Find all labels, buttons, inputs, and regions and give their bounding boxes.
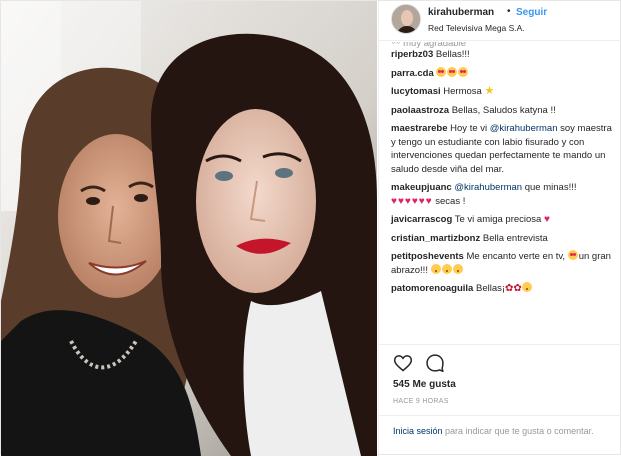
comment-username[interactable]: lucytomasi	[391, 86, 441, 97]
speech-bubble-icon[interactable]	[425, 353, 445, 373]
avatar-image	[392, 5, 420, 33]
comment-text: Bella entrevista	[482, 232, 548, 244]
comment-text: Bellas, Saludos katyna !!	[451, 104, 556, 116]
comment-text: que minas!!!	[522, 182, 577, 193]
instagram-post: kirahuberman • Seguir Red Televisiva Meg…	[0, 0, 621, 456]
comment-item: paolaastroza Bellas, Saludos katyna !!	[391, 104, 613, 118]
comment-item: riperbz03 Bellas!!!	[391, 48, 613, 62]
kissing-face-emoji-icon	[452, 263, 463, 274]
red-heart-emoji-icon: ♥	[543, 214, 551, 225]
separator-dot: •	[507, 6, 511, 17]
comment-item: parra.cda	[391, 66, 613, 81]
comment-username[interactable]: maestrarebe	[391, 123, 448, 134]
rose-emoji-icon: ✿✿	[505, 283, 522, 294]
comment-text: Hermosa	[443, 86, 482, 97]
kissing-face-emoji-icon	[521, 282, 532, 292]
comment-username[interactable]: javicarrascog	[391, 214, 452, 225]
comment-item: makeupjuanc @kirahuberman que minas!!! ♥…	[391, 181, 613, 208]
star-emoji-icon: ★	[484, 85, 495, 97]
comment-username[interactable]: patomorenoaguila	[391, 283, 473, 294]
comment-text: Te vi amiga preciosa	[454, 214, 542, 225]
comment-text: Me encanto verte en tv,	[466, 251, 568, 262]
post-sidebar: kirahuberman • Seguir Red Televisiva Meg…	[378, 1, 621, 456]
heart-outline-icon[interactable]	[393, 353, 413, 373]
comment-username[interactable]: parra.cda	[391, 68, 434, 79]
red-heart-emoji-icon: ♥♥♥♥♥♥	[391, 195, 433, 207]
comment-text-continued: secas !	[432, 195, 466, 207]
login-prompt-text: para indicar que te gusta o comentar.	[442, 426, 594, 436]
post-header: kirahuberman • Seguir Red Televisiva Meg…	[379, 1, 621, 41]
comment-text: Bellas¡	[475, 283, 506, 294]
comments-list[interactable]: 〰 muy agradable riperbz03 Bellas!!! parr…	[379, 42, 621, 344]
comment-mention[interactable]: @kirahuberman	[490, 123, 558, 134]
login-prompt: Inicia sesión para indicar que te gusta …	[379, 415, 621, 456]
selfie-illustration	[1, 1, 377, 456]
comment-username[interactable]: riperbz03	[391, 49, 433, 60]
follow-button[interactable]: Seguir	[516, 7, 547, 18]
avatar[interactable]	[391, 4, 421, 34]
comment-item: maestrarebe Hoy te vi @kirahuberman soy …	[391, 122, 613, 176]
kissing-face-emoji-icon	[441, 263, 452, 274]
like-count[interactable]: 545 Me gusta	[393, 379, 456, 390]
comment-item: petitposhevents Me encanto verte en tv, …	[391, 250, 613, 277]
heart-eyes-emoji-icon	[458, 66, 469, 77]
post-timestamp[interactable]: HACE 9 HORAS	[393, 398, 449, 405]
comment-item: patomorenoaguila Bellas¡✿✿	[391, 282, 613, 296]
clipped-comment: 〰 muy agradable	[391, 42, 466, 48]
comment-username[interactable]: cristian_martizbonz	[391, 233, 480, 244]
comment-text: Hoy te vi	[450, 123, 490, 134]
kissing-face-emoji-icon	[430, 263, 441, 274]
login-link[interactable]: Inicia sesión	[393, 426, 443, 436]
heart-eyes-emoji-icon	[436, 66, 447, 77]
comment-item: javicarrascog Te vi amiga preciosa ♥	[391, 213, 613, 227]
comment-text: Bellas!!!	[435, 49, 470, 60]
post-photo[interactable]	[1, 1, 377, 456]
author-username[interactable]: kirahuberman	[428, 7, 494, 18]
comment-username[interactable]: makeupjuanc	[391, 182, 452, 193]
comment-username[interactable]: petitposhevents	[391, 251, 464, 262]
heart-eyes-emoji-icon	[447, 66, 458, 77]
post-actions	[379, 344, 621, 374]
comment-username[interactable]: paolaastroza	[391, 105, 449, 116]
heart-eyes-emoji-icon	[567, 250, 578, 260]
comment-item: cristian_martizbonz Bella entrevista	[391, 232, 613, 246]
comment-mention[interactable]: @kirahuberman	[454, 182, 522, 193]
comment-item: lucytomasi Hermosa ★	[391, 85, 613, 99]
post-location[interactable]: Red Televisiva Mega S.A.	[428, 23, 525, 33]
